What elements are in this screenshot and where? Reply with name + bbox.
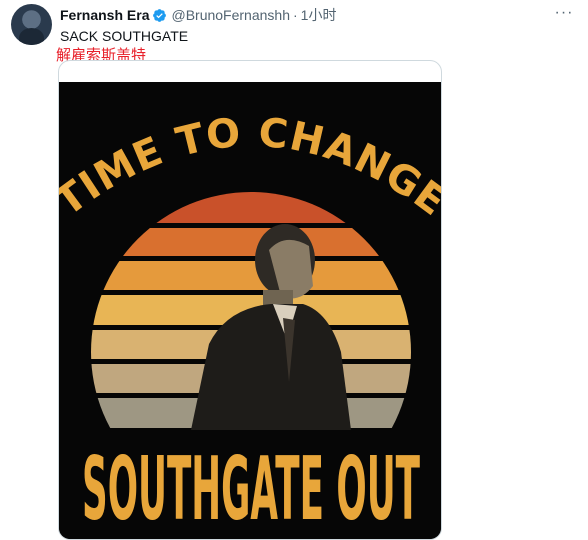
user-handle[interactable]: @BrunoFernanshh xyxy=(171,7,290,23)
display-name[interactable]: Fernansh Era xyxy=(60,7,149,23)
tweet-text: SACK SOUTHGATE xyxy=(60,28,189,44)
avatar[interactable] xyxy=(11,4,52,45)
timestamp[interactable]: 1小时 xyxy=(301,5,337,25)
poster-bottom-text: SOUTHGATE OUT xyxy=(82,437,420,540)
more-options-icon[interactable]: ··· xyxy=(553,5,575,22)
verified-badge-icon xyxy=(153,8,167,22)
tweet-header: Fernansh Era @BrunoFernanshh · 1小时 xyxy=(60,5,336,25)
poster-image[interactable]: TIME TO CHANGE SOUTHGATE OUT xyxy=(59,82,442,540)
separator-dot: · xyxy=(293,7,298,23)
media-card[interactable]: TIME TO CHANGE SOUTHGATE OUT xyxy=(58,60,442,540)
